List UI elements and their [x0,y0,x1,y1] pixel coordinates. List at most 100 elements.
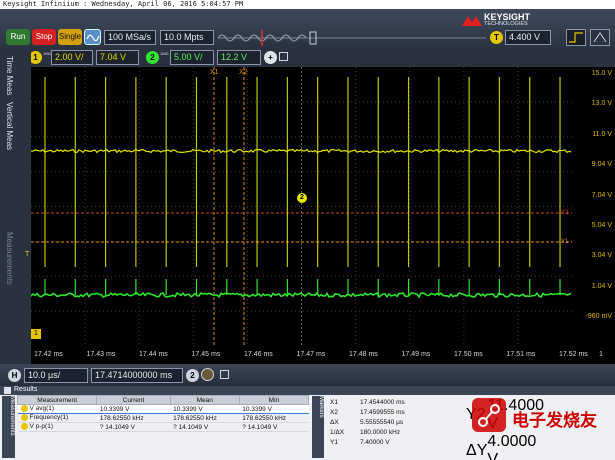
x-tick-label: 17.48 ms [349,351,378,358]
x-tick-label: 17.47 ms [296,351,326,358]
col-mean[interactable]: Mean [169,395,240,405]
single-button[interactable]: Single [58,29,82,45]
ch2-impedance: 1MΩ [160,51,169,56]
x1-marker-label[interactable]: X1 [210,69,219,76]
graticule [31,67,572,346]
y-axis-labels: 15.0 V 13.0 V 11.0 V 9.04 V 7.04 V 5.04 V 3.04… [572,67,615,346]
channel-dot-icon [20,405,28,413]
window-icon[interactable] [279,52,288,61]
y1-marker-label[interactable]: Y1 [561,239,568,245]
table-row[interactable]: V p-p(1)? 14.1049 V? 14.1049 V? 14.1049 … [17,422,309,432]
measurement-name: Frequency(1) [17,413,97,423]
cell-current: 10.3399 V [96,404,171,414]
x-tick-label: 17.44 ms [139,351,168,358]
memory-depth-field[interactable]: 10.0 Mpts [160,30,214,45]
marker-row: X2 17.4599555 ms [326,407,466,417]
results-collapse-icon[interactable] [4,387,11,394]
watermark-logo: 电子发烧友 [470,394,610,438]
autoscale-icon[interactable] [84,29,101,45]
window-title: Keysight Infiniium : Wednesday, April 06… [3,0,244,8]
ch2-chip[interactable]: 2 [146,51,159,64]
marker-value: 180.0000 kHz [360,428,401,436]
marker-key: X1 [330,398,338,406]
y-tick-label: 5.04 V [591,222,612,229]
ch1-offset-field[interactable]: 7.04 V [96,50,139,65]
x-tick-label: 17.49 ms [401,351,431,358]
horizontal-chip[interactable]: H [8,369,21,382]
trigger-level-field[interactable]: 4.400 V [505,30,551,45]
ch1-scale-field[interactable]: 2.00 V/ [51,50,93,65]
tab-time-meas[interactable]: Time Meas [3,56,14,95]
trigger-source-chip[interactable]: T [490,31,503,44]
stop-button[interactable]: Stop [32,29,56,45]
cell-current: 178.62550 kHz [96,413,171,423]
x-tick-label: 17.46 ms [244,351,273,358]
ch1-ground-marker[interactable]: 1 [31,329,41,339]
add-channel-button[interactable]: + [264,51,277,64]
cell-min: 10.3399 V [239,404,309,414]
marker-key: ΔX [330,418,339,426]
markers-side-tab[interactable]: Markers [312,396,324,458]
marker-key: X2 [330,408,338,416]
col-measurement[interactable]: Measurement [16,395,98,405]
x-tick-label: 17.42 ms [34,351,63,358]
sample-rate-field[interactable]: 100 MSa/s [104,30,156,45]
results-side-tab[interactable]: Measurements [2,396,15,458]
y2-marker-label[interactable]: Y2 [561,210,568,216]
measurement-table: Measurement Current Mean Min V avg(1) 10.… [16,395,310,432]
marker-row: ΔX 5.55555540 µs [326,417,466,427]
timebase-position-field[interactable]: 17.4714000000 ms [91,368,183,383]
tab-measurements[interactable]: Measurements [3,232,14,285]
brand-sub: TECHNOLOGIES [484,21,528,27]
keysight-logo: KEYSIGHT TECHNOLOGIES [462,9,544,29]
table-row[interactable]: Frequency(1) 178.62550 kHz 178.62550 kHz 17… [17,413,309,423]
marker-value: 17.4544000 ms [360,398,405,406]
x-tick-label: 17.51 ms [506,351,536,358]
trigger-slope-icon[interactable] [566,29,586,46]
marker-row: Y1 7.40000 V [326,437,466,447]
x-tick-label: 17.43 ms [86,351,116,358]
x-axis-labels: 17.42 ms 17.43 ms 17.44 ms 17.45 ms 17.46 ms… [31,346,615,366]
trigger-menu-icon[interactable] [590,29,610,46]
y-tick-label: 3.04 V [591,252,612,260]
tab-vertical-meas[interactable]: Vertical Meas [3,102,14,150]
channel-dot-icon [20,423,28,431]
cell-mean: 10.3399 V [170,404,240,414]
cell-min: ? 14.1049 V [239,422,309,432]
timebase-window-icon[interactable] [220,370,229,379]
cell-mean: ? 14.1049 V [170,422,240,432]
waveform-display[interactable] [31,67,572,346]
y-tick-label: 13.0 V [591,100,612,108]
y-tick-label: 11.0 V [592,130,612,138]
x2-marker-label[interactable]: X2 [239,69,248,76]
ch2-scale-field[interactable]: 5.00 V/ [170,50,214,65]
run-button[interactable]: Run [6,29,30,45]
cell-min: 178.62550 kHz [239,413,309,423]
measurement-label: V avg(1) [29,405,55,413]
ch2-position-marker[interactable]: 2 [297,193,307,203]
y-tick-label: 9.04 V [591,161,612,169]
y-tick-label: 1.04 V [591,282,612,290]
channel-row: 1 1MΩ 2.00 V/ 7.04 V 2 1MΩ 5.00 V/ 12.2 … [0,48,615,67]
marker-value: 17.4599555 ms [360,408,405,416]
x-tick-label: 17.52 ms [559,351,588,358]
zoom-chip[interactable]: 2 [186,369,199,382]
col-min[interactable]: Min [238,395,310,405]
col-current[interactable]: Current [96,395,171,405]
y-tick-label: 15.0 V [591,70,612,77]
markers-table: X1 17.4544000 ms X2 17.4599555 ms ΔX 5.555555… [326,397,466,447]
marker-value: 5.55555540 µs [360,418,404,426]
trigger-level-marker[interactable]: T [25,251,29,258]
marker-key: 1/ΔX [330,428,345,436]
y-tick-label: 7.04 V [591,191,612,199]
y-tick-label: -960 mV [585,313,612,321]
results-title: Results [14,386,38,393]
zoom-knob-icon[interactable] [201,368,214,381]
timebase-scale-field[interactable]: 10.0 µs/ [24,368,88,383]
ch2-offset-field[interactable]: 12.2 V [217,50,261,65]
table-row[interactable]: V avg(1) 10.3399 V 10.3399 V 10.3399 V [17,404,309,414]
marker-value: 7.40000 V [360,438,390,446]
x-tick-label: 17.50 ms [454,351,483,358]
measurement-name: V p-p(1) [17,422,97,432]
marker-row: X1 17.4544000 ms [326,397,466,407]
